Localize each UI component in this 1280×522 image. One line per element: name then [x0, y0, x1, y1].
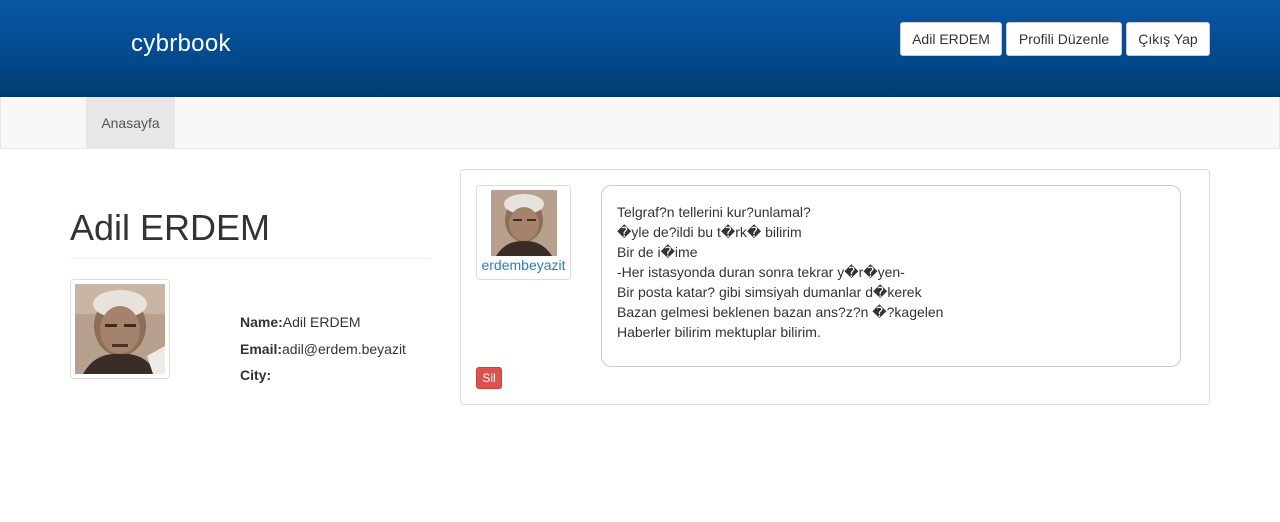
post-line: Bir de i�ime — [617, 244, 698, 260]
post-line: Telgraf?n tellerini kur?unlamal? — [617, 204, 811, 220]
post-line: �yle de?ildi bu t�rk� bilirim — [617, 224, 802, 240]
delete-post-button[interactable]: Sil — [476, 367, 502, 389]
profile-email-row: Email:adil@erdem.beyazit — [240, 341, 406, 357]
name-value: Adil ERDEM — [282, 314, 361, 330]
user-button[interactable]: Adil ERDEM — [900, 22, 1002, 56]
nav-bar: Anasayfa — [0, 97, 1280, 149]
top-header: cybrbook Adil ERDEM Profili Düzenle Çıkı… — [0, 0, 1280, 97]
profile-city-row: City: — [240, 367, 271, 383]
profile-title: Adil ERDEM — [70, 207, 271, 248]
post-author-photo — [491, 190, 557, 256]
logout-button[interactable]: Çıkış Yap — [1126, 22, 1210, 56]
nav-item-home[interactable]: Anasayfa — [86, 97, 175, 148]
post-line: -Her istasyonda duran sonra tekrar y�r�y… — [617, 264, 905, 280]
profile-avatar — [70, 279, 170, 379]
brand-logo[interactable]: cybrbook — [131, 30, 231, 58]
post-author-card[interactable]: erdembeyazit — [476, 185, 571, 280]
title-divider — [70, 258, 430, 259]
name-label: Name: — [240, 314, 283, 330]
city-label: City: — [240, 367, 272, 383]
edit-profile-button[interactable]: Profili Düzenle — [1006, 22, 1122, 56]
email-label: Email: — [240, 341, 283, 357]
profile-photo — [75, 284, 165, 374]
profile-name-row: Name:Adil ERDEM — [240, 314, 361, 330]
post-line: Bir posta katar? gibi simsiyah dumanlar … — [617, 284, 922, 300]
post-line: Haberler bilirim mektuplar bilirim. — [617, 324, 821, 340]
post-author-username[interactable]: erdembeyazit — [477, 257, 570, 273]
post-line: Bazan gelmesi beklenen bazan ans?z?n �?k… — [617, 304, 944, 320]
email-value: adil@erdem.beyazit — [282, 341, 406, 357]
post-content: Telgraf?n tellerini kur?unlamal? �yle de… — [617, 202, 943, 342]
